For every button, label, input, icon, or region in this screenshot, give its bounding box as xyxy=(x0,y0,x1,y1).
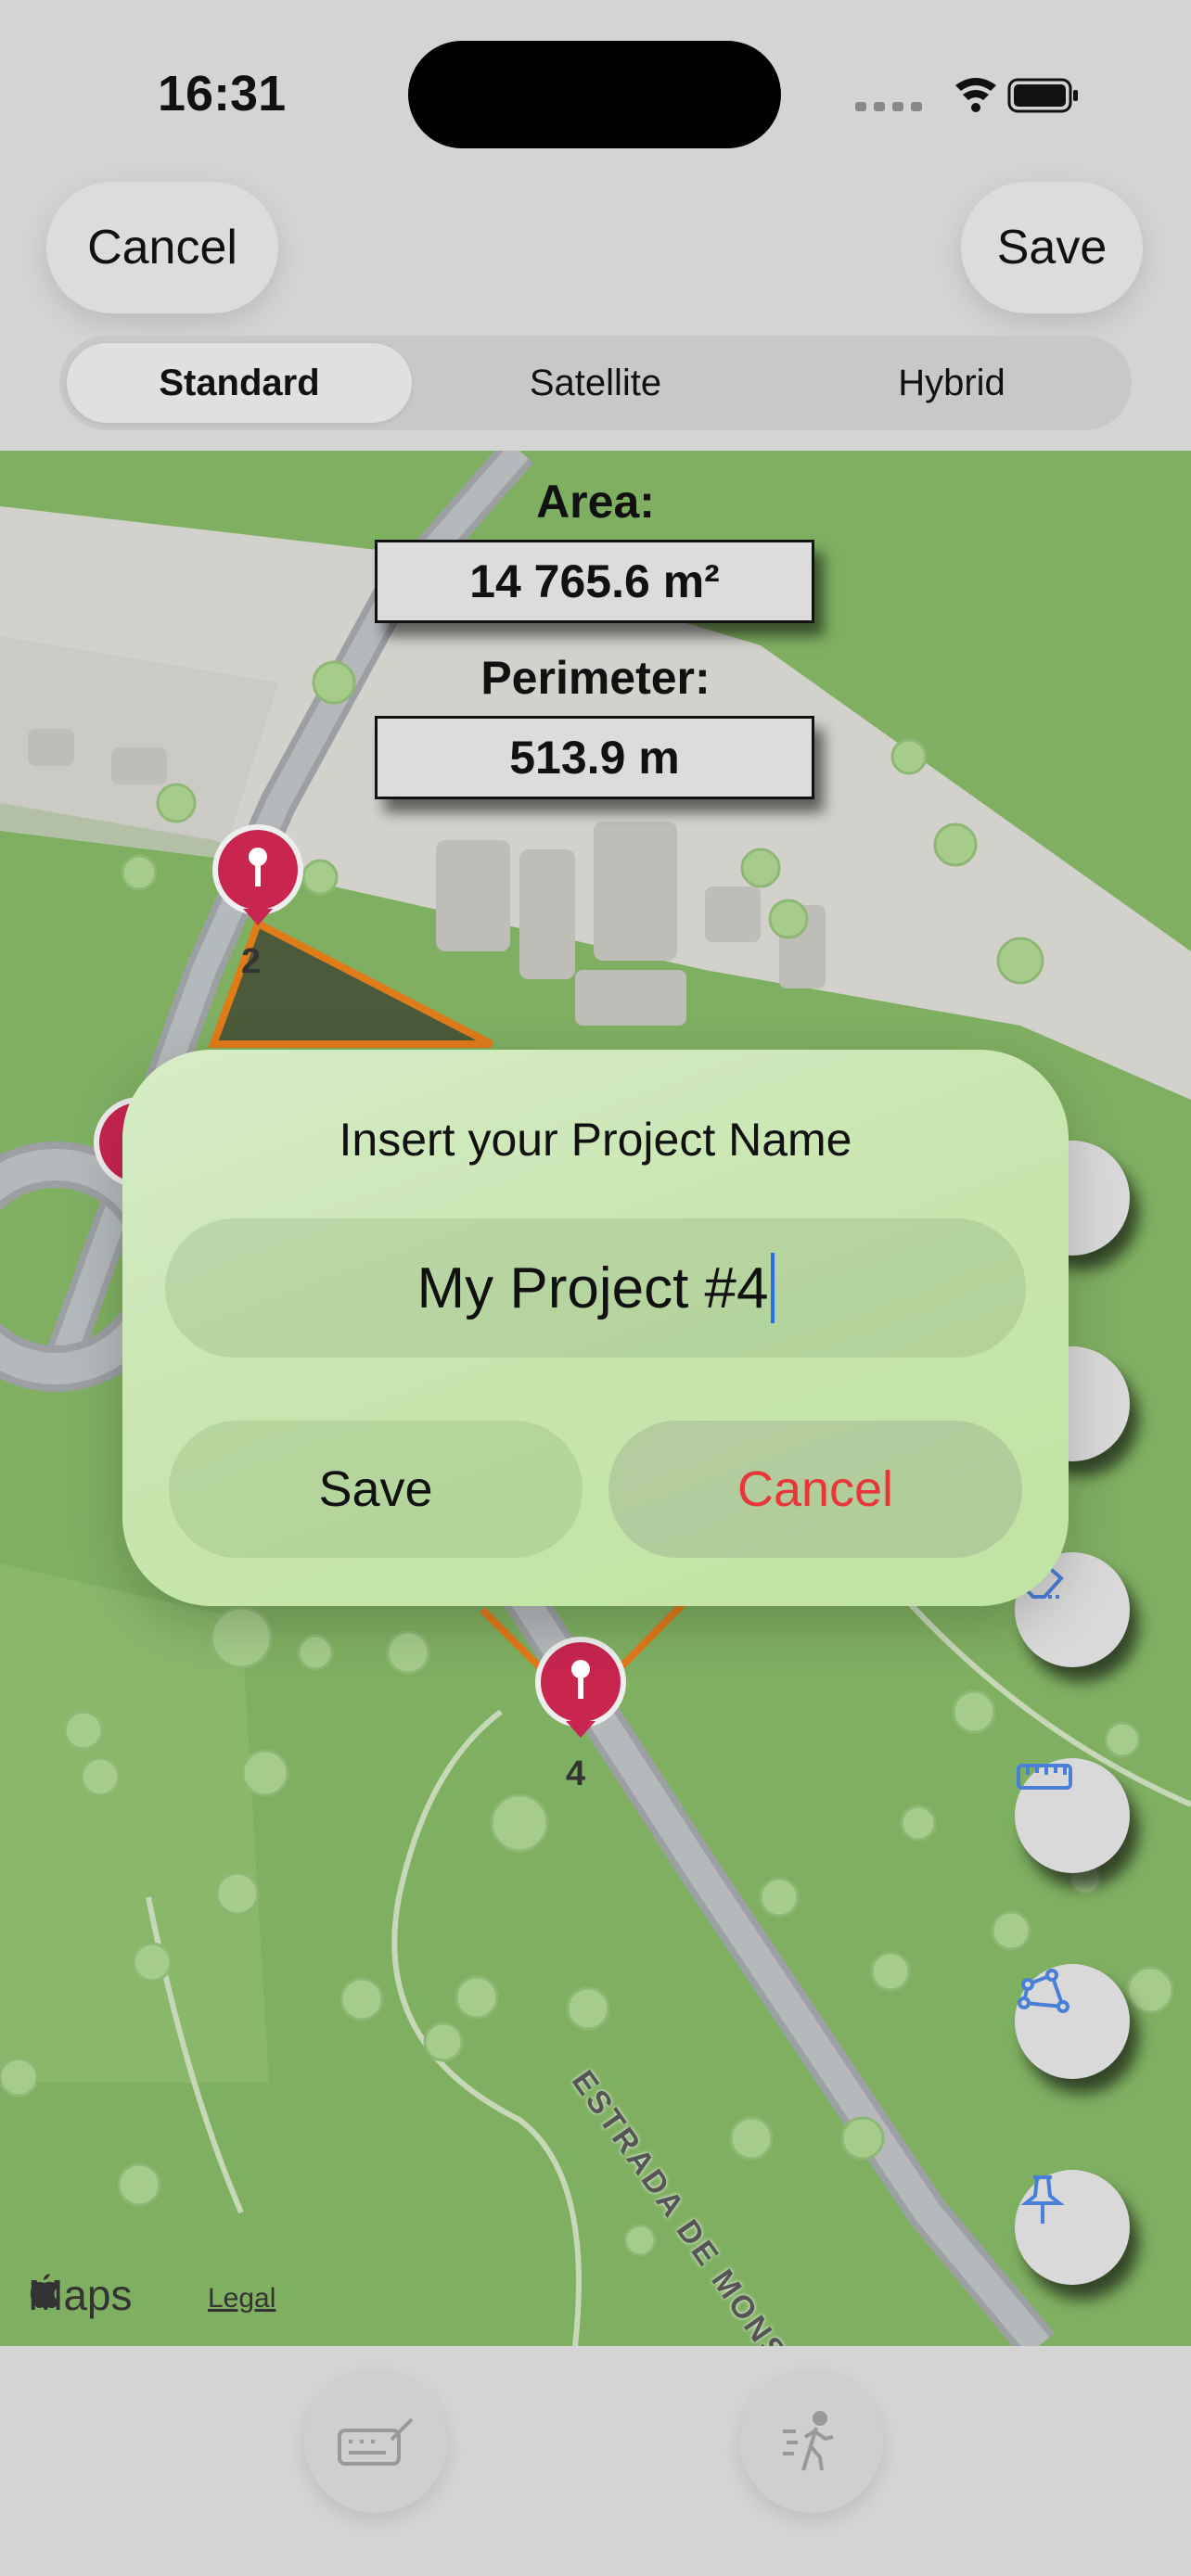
segment-standard[interactable]: Standard xyxy=(67,343,412,423)
dialog-title: Insert your Project Name xyxy=(339,1114,852,1166)
measure-button[interactable] xyxy=(1015,1758,1130,1873)
legal-link[interactable]: Legal xyxy=(208,2283,275,2315)
ruler-icon xyxy=(1017,1764,1072,1790)
dialog-cancel-button[interactable]: Cancel xyxy=(608,1421,1022,1558)
area-label: Area: xyxy=(536,476,655,528)
segment-hybrid[interactable]: Hybrid xyxy=(779,343,1124,423)
manual-entry-button[interactable] xyxy=(304,2370,447,2513)
text-caret xyxy=(770,1253,775,1323)
polygon-icon xyxy=(1018,1969,1069,2013)
pin-icon xyxy=(1020,2175,1065,2224)
pin-label-4: 4 xyxy=(566,1754,586,1793)
pin-label-2: 2 xyxy=(241,942,262,981)
perimeter-value: 513.9 m xyxy=(375,716,814,799)
dialog-save-button[interactable]: Save xyxy=(169,1421,583,1558)
dynamic-island xyxy=(408,41,781,148)
cellular-signal-icon xyxy=(855,102,922,111)
add-pin-button[interactable] xyxy=(1015,2170,1130,2285)
cancel-button[interactable]: Cancel xyxy=(46,182,278,313)
status-time: 16:31 xyxy=(158,66,287,121)
area-value: 14 765.6 m² xyxy=(375,540,814,623)
walking-person-icon xyxy=(783,2411,834,2471)
project-name-value: My Project #4 xyxy=(416,1256,769,1320)
project-name-input[interactable]: My Project #4 xyxy=(165,1218,1026,1358)
perimeter-label: Perimeter: xyxy=(480,652,711,704)
walk-mode-button[interactable] xyxy=(740,2370,883,2513)
wifi-icon xyxy=(955,78,996,112)
map-type-segmented-control: Standard Satellite Hybrid xyxy=(59,336,1132,430)
keyboard-pencil-icon xyxy=(338,2417,414,2466)
maps-attribution: Maps xyxy=(28,2270,132,2320)
apple-logo-icon xyxy=(30,2274,58,2309)
save-button[interactable]: Save xyxy=(961,182,1143,313)
project-name-dialog: Insert your Project Name My Project #4 S… xyxy=(122,1050,1069,1606)
polygon-button[interactable] xyxy=(1015,1964,1130,2079)
segment-satellite[interactable]: Satellite xyxy=(423,343,768,423)
status-icons xyxy=(853,74,1085,121)
bottom-toolbar xyxy=(0,2346,1191,2576)
battery-icon xyxy=(1007,78,1078,113)
